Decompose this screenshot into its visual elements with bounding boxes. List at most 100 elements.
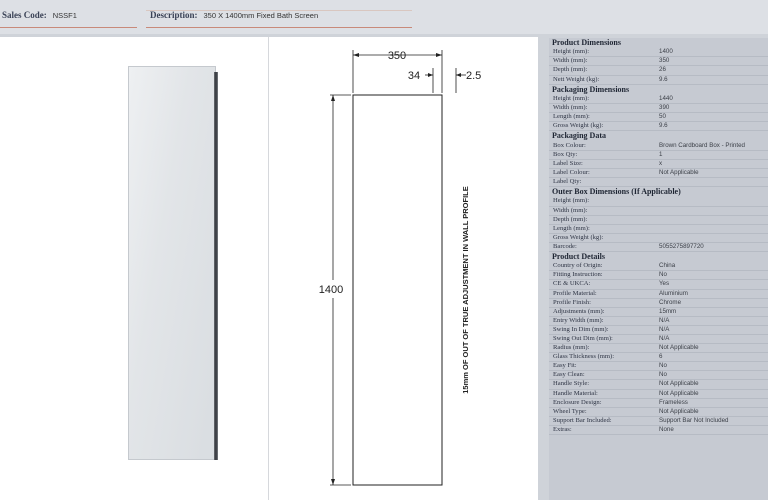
- spec-value: 6: [659, 353, 663, 361]
- spec-row: Barcode: 5055275897720: [549, 243, 768, 252]
- spec-row: Label Qty:: [549, 178, 768, 188]
- spec-row: Label Colour: Not Applicable: [549, 168, 768, 179]
- spec-value: 9.6: [659, 122, 668, 130]
- spec-key: CE & UKCA:: [553, 280, 591, 288]
- spec-row: Profile Finish: Chrome: [549, 299, 768, 308]
- spec-value: N/A: [659, 325, 670, 333]
- spec-key: Handle Material:: [553, 389, 598, 397]
- section-packaging-data: Box Colour: Brown Cardboard Box - Printed…: [549, 141, 768, 188]
- width-arrow-right: [436, 53, 442, 57]
- spec-key: Gross Weight (kg):: [553, 122, 604, 130]
- spec-key: Easy Clean:: [553, 371, 585, 379]
- left-gap-arrow: [428, 73, 433, 77]
- spec-row: Width (mm): 350: [549, 57, 768, 67]
- spec-row: Easy Clean: No: [549, 371, 768, 381]
- spec-row: Box Qty: 1: [549, 151, 768, 160]
- spec-row: Depth (mm): 26: [549, 66, 768, 76]
- spec-key: Height (mm):: [553, 197, 590, 205]
- spec-key: Profile Material:: [553, 289, 597, 297]
- product-photo: [128, 66, 218, 460]
- spec-row: Enclosure Design: Frameless: [549, 399, 768, 408]
- section-title-outer-box: Outer Box Dimensions (If Applicable): [552, 187, 681, 197]
- spec-row: Entry Width (mm): N/A: [549, 317, 768, 326]
- left-gap-label: 34: [408, 70, 420, 82]
- spec-key: Width (mm):: [553, 57, 588, 65]
- spec-row: Profile Material: Aluminium: [549, 290, 768, 299]
- spec-row: Easy Fit: No: [549, 362, 768, 372]
- glass-panel: [128, 66, 216, 460]
- spec-value: No: [659, 362, 667, 370]
- spec-row: Handle Style: Not Applicable: [549, 380, 768, 390]
- spec-value: Aluminium: [659, 289, 688, 297]
- spec-key: Enclosure Design:: [553, 398, 602, 406]
- spec-value: 5055275897720: [659, 242, 704, 250]
- spec-key: Depth (mm):: [553, 215, 588, 223]
- spec-row: Support Bar Included: Support Bar Not Inc…: [549, 417, 768, 426]
- spec-row: Height (mm): 1440: [549, 94, 768, 105]
- spec-value: Support Bar Not Included: [659, 416, 729, 424]
- spec-value: 26: [659, 66, 666, 74]
- spec-key: Radius (mm):: [553, 344, 590, 352]
- description-value: 350 X 1400mm Fixed Bath Screen: [203, 11, 319, 20]
- section-outer-box: Height (mm): Width (mm): Depth (mm): Length…: [549, 197, 768, 252]
- spec-value: N/A: [659, 316, 670, 324]
- spec-value: 9.6: [659, 75, 668, 83]
- spec-value: Chrome: [659, 298, 682, 306]
- spec-value: Not Applicable: [659, 380, 699, 388]
- spec-key: Glass Thickness (mm):: [553, 353, 615, 361]
- spec-row: Length (mm):: [549, 225, 768, 234]
- specifications-panel: Product Dimensions Height (mm): 1400 Width…: [549, 38, 768, 500]
- right-gap-arrow: [456, 73, 461, 77]
- spec-row: Length (mm): 50: [549, 113, 768, 123]
- spec-key: Depth (mm):: [553, 66, 588, 74]
- spec-key: Barcode:: [553, 242, 577, 250]
- spec-value: x: [659, 159, 663, 167]
- spec-value: None: [659, 425, 674, 433]
- section-product-details: Country of Origin: China Fitting Instructi…: [549, 262, 768, 436]
- spec-key: Support Bar Included:: [553, 416, 612, 424]
- spec-key: Box Colour:: [553, 141, 586, 149]
- spec-value: 15mm: [659, 307, 677, 315]
- spec-row: Fitting Instruction: No: [549, 271, 768, 281]
- description: Description: 350 X 1400mm Fixed Bath Scre…: [150, 10, 318, 28]
- spec-row: Radius (mm): Not Applicable: [549, 344, 768, 354]
- spec-value: Not Applicable: [659, 168, 699, 176]
- spec-value: Yes: [659, 280, 670, 288]
- spec-value: Not Applicable: [659, 407, 699, 415]
- section-product-dimensions: Height (mm): 1400 Width (mm): 350 Depth (mm)…: [549, 48, 768, 85]
- height-arrow-bottom: [331, 479, 335, 485]
- spec-value: Not Applicable: [659, 344, 699, 352]
- spec-key: Swing In Dim (mm):: [553, 325, 609, 333]
- section-title-packaging-dimensions: Packaging Dimensions: [552, 84, 630, 94]
- spec-row: Height (mm):: [549, 197, 768, 207]
- spec-value: No: [659, 371, 667, 379]
- spec-key: Nett Weight (kg):: [553, 75, 600, 83]
- spec-key: Box Qty:: [553, 150, 578, 158]
- adjustment-note: 15mm OF OUT OF TRUE ADJUSTMENT IN WALL P…: [461, 186, 470, 394]
- spec-key: Easy Fit:: [553, 362, 577, 370]
- header-bar: Sales Code: NSSF1 Description: 350 X 1400m…: [0, 0, 768, 34]
- header-rule-left: [0, 27, 137, 28]
- spec-value: 50: [659, 113, 666, 121]
- spec-key: Entry Width (mm):: [553, 316, 604, 324]
- spec-row: Glass Thickness (mm): 6: [549, 353, 768, 363]
- height-label: 1400: [319, 284, 343, 296]
- spec-key: Height (mm):: [553, 94, 590, 102]
- spec-key: Fitting Instruction:: [553, 271, 603, 279]
- spec-value: 1440: [659, 94, 673, 102]
- sales-code-label: Sales Code:: [2, 10, 47, 20]
- spec-row: Gross Weight (kg):: [549, 234, 768, 243]
- spec-row: Gross Weight (kg): 9.6: [549, 122, 768, 132]
- panel-outline: [352, 94, 443, 486]
- height-arrow-top: [331, 95, 335, 101]
- spec-key: Swing Out Dim (mm):: [553, 335, 613, 343]
- spec-key: Length (mm):: [553, 113, 590, 121]
- chrome-profile: [214, 72, 218, 460]
- spec-value: 1400: [659, 48, 673, 56]
- sales-code: Sales Code: NSSF1: [2, 10, 77, 28]
- width-arrow-left: [353, 53, 359, 57]
- spec-key: Handle Style:: [553, 380, 590, 388]
- section-packaging-dimensions: Height (mm): 1440 Width (mm): 390 Length (mm…: [549, 94, 768, 132]
- spec-row: Label Size: x: [549, 160, 768, 169]
- description-label: Description:: [150, 10, 198, 20]
